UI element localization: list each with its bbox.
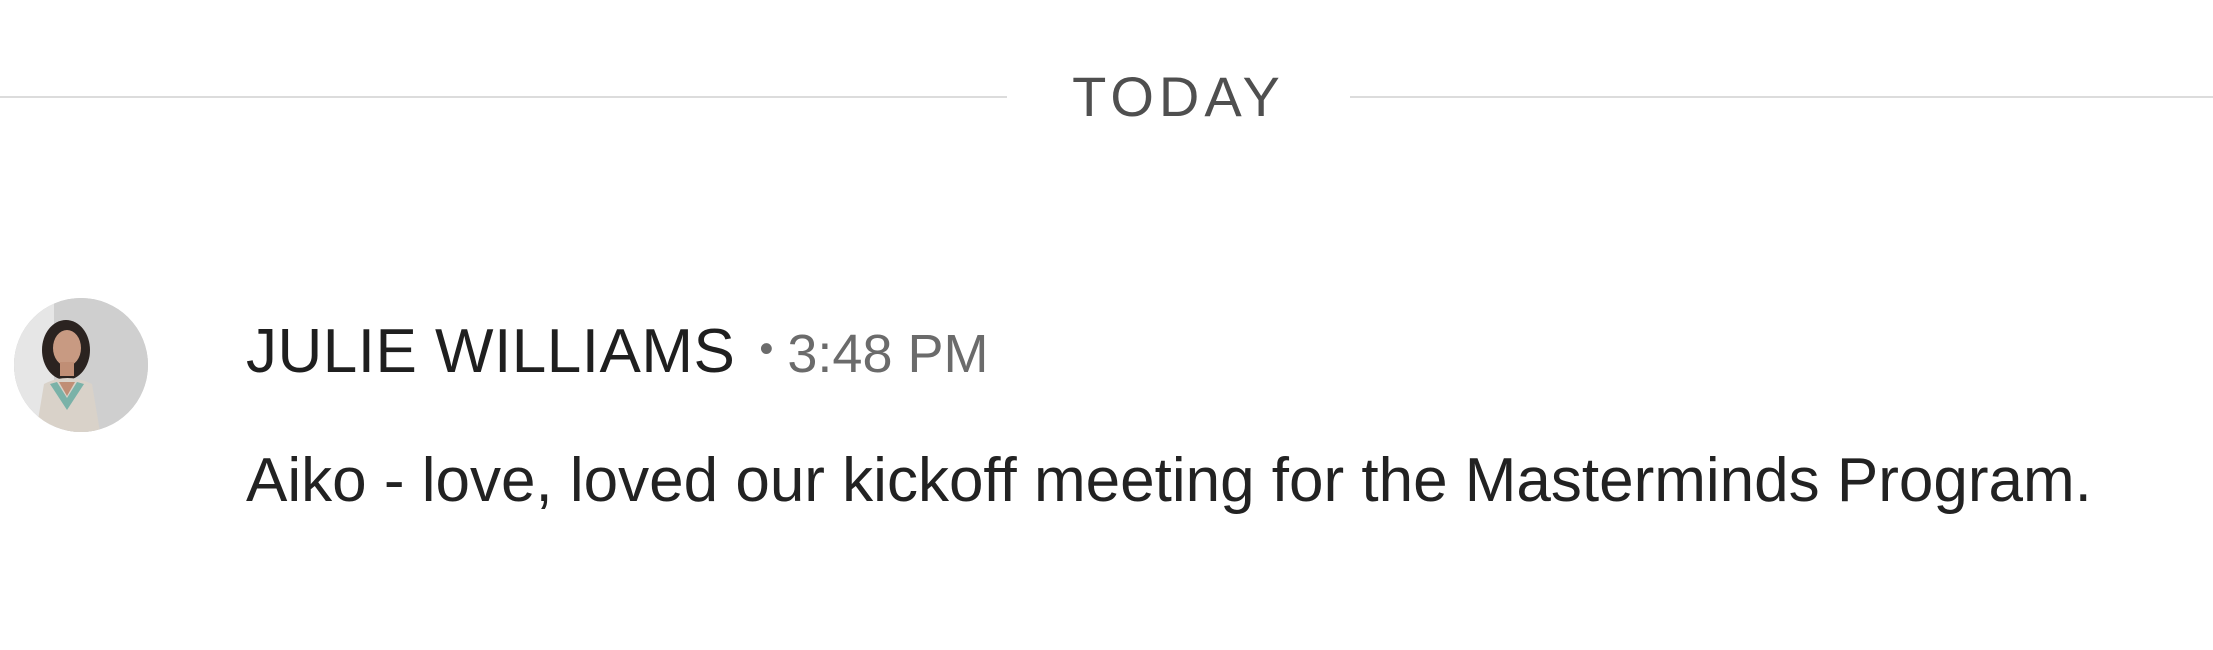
avatar[interactable] (14, 298, 148, 432)
message-text: Aiko - love, loved our kickoff meeting f… (246, 446, 2092, 515)
chat-view: TODAY JULIE WILLIAMS • 3:48 PM Aiko - lo… (0, 0, 2213, 650)
message-timestamp: 3:48 PM (787, 324, 989, 384)
divider-line-left (0, 96, 1007, 98)
avatar-photo (14, 298, 148, 432)
date-divider: TODAY (0, 62, 2213, 132)
chat-message: JULIE WILLIAMS • 3:48 PM Aiko - love, love… (0, 296, 2213, 650)
header-separator: • (759, 327, 774, 371)
divider-line-right (1350, 96, 2213, 98)
message-header: JULIE WILLIAMS • 3:48 PM (246, 316, 988, 406)
author-name[interactable]: JULIE WILLIAMS (246, 317, 735, 386)
date-divider-label: TODAY (1072, 65, 1285, 128)
